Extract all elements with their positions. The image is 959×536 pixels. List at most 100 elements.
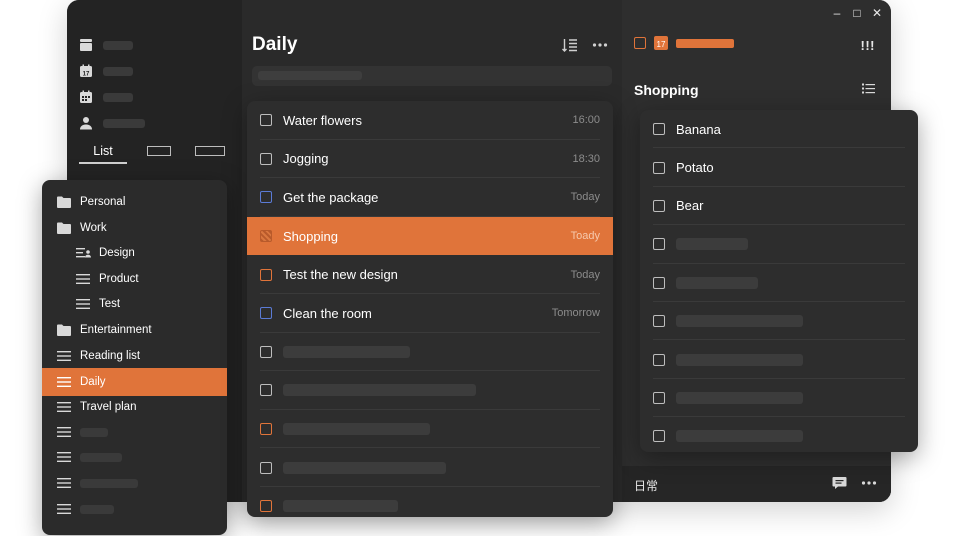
tab-placeholder[interactable]	[195, 146, 225, 156]
tab-placeholder[interactable]	[147, 146, 171, 156]
nav-today[interactable]: 17	[79, 64, 133, 78]
list-item-label: Personal	[80, 196, 126, 208]
checklist-item-title: Potato	[676, 160, 714, 176]
due-date-calendar-icon[interactable]: 17	[654, 36, 668, 50]
sort-icon[interactable]	[562, 38, 578, 52]
checklist-checkbox[interactable]	[653, 430, 665, 443]
task-title: Clean the room	[283, 305, 372, 321]
nav-week[interactable]	[79, 90, 133, 104]
list-item-product[interactable]: Product	[42, 266, 227, 292]
task-checkbox[interactable]	[260, 423, 272, 436]
list-item-label: Work	[80, 222, 107, 234]
user-icon	[80, 117, 92, 130]
priority-marks[interactable]: !!!	[861, 38, 876, 53]
task-row-placeholder[interactable]	[247, 448, 613, 487]
detail-title[interactable]: Shopping	[634, 82, 699, 98]
checklist-checkbox[interactable]	[653, 353, 665, 366]
checklist-icon[interactable]	[862, 83, 875, 94]
list-item-placeholder[interactable]	[42, 444, 227, 470]
inbox-icon	[80, 39, 92, 51]
folder-icon	[57, 196, 71, 208]
checklist-title-placeholder	[676, 315, 803, 328]
nav-inbox[interactable]	[79, 38, 133, 52]
list-item-personal[interactable]: Personal	[42, 189, 227, 215]
checklist-checkbox[interactable]	[653, 199, 665, 212]
task-due: 16:00	[572, 114, 600, 127]
task-row-placeholder[interactable]	[247, 371, 613, 410]
task-checkbox[interactable]	[260, 191, 272, 204]
checklist-checkbox[interactable]	[653, 315, 665, 328]
checklist-item-placeholder[interactable]	[640, 302, 918, 341]
list-item-work[interactable]: Work	[42, 215, 227, 241]
checklist-item-placeholder[interactable]	[640, 225, 918, 264]
task-row[interactable]: Test the new design Today	[247, 255, 613, 294]
list-item-placeholder[interactable]	[42, 419, 227, 445]
task-checkbox[interactable]	[260, 114, 272, 127]
week-calendar-icon	[80, 90, 92, 103]
detail-checkbox[interactable]	[634, 37, 646, 49]
add-task-input[interactable]	[252, 66, 612, 86]
list-item-label: Travel plan	[80, 401, 137, 413]
checklist-panel: Banana Potato Bear	[640, 110, 918, 452]
checklist-checkbox[interactable]	[653, 238, 665, 251]
task-row-placeholder[interactable]	[247, 487, 613, 517]
list-item-reading-list[interactable]: Reading list	[42, 343, 227, 369]
task-title-placeholder	[283, 345, 410, 358]
task-checkbox[interactable]	[260, 500, 272, 513]
task-row-placeholder[interactable]	[247, 333, 613, 372]
comment-icon[interactable]	[832, 476, 847, 490]
checklist-checkbox[interactable]	[653, 161, 665, 174]
checklist-item[interactable]: Potato	[640, 148, 918, 188]
task-checkbox[interactable]	[260, 152, 272, 165]
list-item-label: Product	[99, 273, 139, 285]
list-item-placeholder[interactable]	[42, 470, 227, 496]
list-item-test[interactable]: Test	[42, 291, 227, 317]
today-number: 17	[83, 72, 90, 78]
folder-icon	[57, 222, 71, 234]
more-icon[interactable]	[592, 38, 608, 52]
list-item-travel-plan[interactable]: Travel plan	[42, 394, 227, 420]
task-row[interactable]: Jogging 18:30	[247, 140, 613, 179]
close-button[interactable]: ✕	[871, 6, 883, 20]
task-checkbox[interactable]	[260, 461, 272, 474]
nav-label-placeholder	[103, 92, 133, 102]
nav-assigned[interactable]	[79, 116, 145, 130]
checklist-item-placeholder[interactable]	[640, 264, 918, 303]
task-row[interactable]: Get the package Today	[247, 178, 613, 217]
task-checkbox[interactable]	[260, 268, 272, 281]
tasks-panel: Water flowers 16:00 Jogging 18:30 Get th…	[247, 101, 613, 517]
task-checkbox[interactable]	[260, 384, 272, 397]
checklist-checkbox[interactable]	[653, 123, 665, 136]
list-item-entertainment[interactable]: Entertainment	[42, 317, 227, 343]
minimize-button[interactable]: –	[831, 6, 843, 20]
maximize-button[interactable]: □	[851, 6, 863, 20]
list-name-label[interactable]: 日常	[634, 477, 658, 494]
checklist-item[interactable]: Banana	[640, 110, 918, 149]
list-item-placeholder[interactable]	[42, 496, 227, 522]
nav-label-placeholder	[103, 40, 133, 50]
task-row-placeholder[interactable]	[247, 410, 613, 449]
task-checkbox[interactable]	[260, 345, 272, 358]
checklist-checkbox[interactable]	[653, 391, 665, 404]
nav-label-placeholder	[103, 118, 145, 128]
more-icon[interactable]	[861, 476, 877, 490]
checklist-checkbox[interactable]	[653, 276, 665, 289]
due-date-placeholder[interactable]	[676, 38, 734, 48]
task-row[interactable]: Clean the room Tomorrow	[247, 294, 613, 333]
checklist-item-placeholder[interactable]	[640, 417, 918, 452]
task-due: Tomorrow	[551, 307, 600, 320]
checklist-item[interactable]: Bear	[640, 187, 918, 226]
task-title-placeholder	[283, 384, 476, 397]
list-item-design[interactable]: Design	[42, 240, 227, 266]
list-user-icon	[76, 248, 91, 258]
checklist-item-title: Bear	[676, 198, 704, 214]
task-checkbox[interactable]	[260, 230, 272, 243]
checklist-title-placeholder	[676, 391, 803, 404]
task-row-selected[interactable]: Shopping Toady	[247, 216, 613, 256]
checklist-item-placeholder[interactable]	[640, 340, 918, 380]
task-row[interactable]: Water flowers 16:00	[247, 101, 613, 140]
list-item-daily[interactable]: Daily	[42, 368, 227, 396]
task-checkbox[interactable]	[260, 307, 272, 320]
checklist-item-placeholder[interactable]	[640, 379, 918, 418]
tab-list[interactable]: List	[79, 144, 127, 164]
